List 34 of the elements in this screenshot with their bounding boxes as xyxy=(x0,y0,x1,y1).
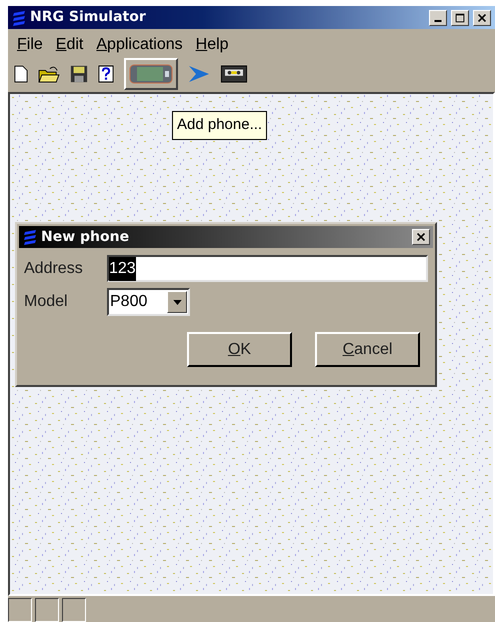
close-button[interactable] xyxy=(412,229,430,245)
maximize-icon xyxy=(454,12,466,24)
field-label: Model xyxy=(24,292,69,312)
dialog-button[interactable]: Cancel xyxy=(315,332,420,367)
maximize-button[interactable] xyxy=(451,10,469,26)
status-panel xyxy=(35,598,59,622)
folder-icon xyxy=(38,65,60,83)
window-title: NRG Simulator xyxy=(30,8,146,27)
toolbar-button[interactable] xyxy=(124,58,178,90)
dialog-button[interactable]: OK xyxy=(187,332,292,367)
status-panel xyxy=(8,598,32,622)
logo-icon xyxy=(11,10,27,26)
menu-item[interactable]: File xyxy=(17,33,43,57)
model-dropdown[interactable]: P800 xyxy=(107,288,190,316)
arrow-icon xyxy=(188,65,210,83)
menu-item[interactable]: Help xyxy=(196,33,229,57)
minimize-icon xyxy=(434,20,442,22)
logo-icon xyxy=(22,229,38,245)
document-icon xyxy=(14,65,28,83)
dropdown-arrow-icon xyxy=(172,300,182,304)
help-icon xyxy=(98,65,114,83)
address-field[interactable]: 123 xyxy=(107,255,428,282)
close-icon xyxy=(415,231,427,243)
status-panel xyxy=(62,598,86,622)
field-label: Address xyxy=(24,258,84,278)
cassette-icon xyxy=(220,65,248,83)
phone-icon xyxy=(129,63,173,85)
menu-item[interactable]: Edit xyxy=(56,33,84,57)
minimize-button[interactable] xyxy=(429,10,447,26)
close-button[interactable] xyxy=(473,10,491,26)
dialog-title: New phone xyxy=(41,228,130,246)
tooltip: Add phone... xyxy=(172,111,268,140)
menu-item[interactable]: Applications xyxy=(96,33,183,57)
close-icon xyxy=(476,12,488,24)
